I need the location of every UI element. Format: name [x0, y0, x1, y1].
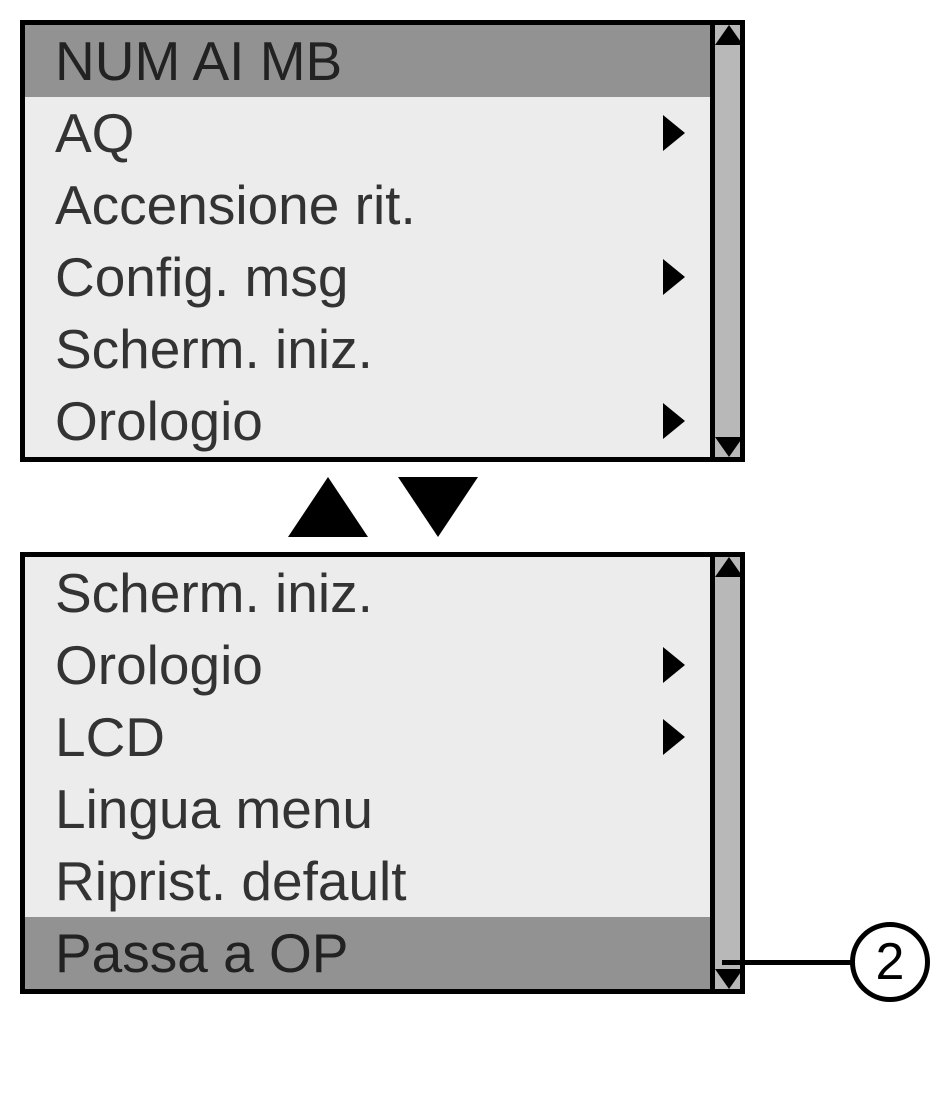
menu-item-label: Config. msg: [55, 250, 348, 305]
menu-item-aq[interactable]: AQ: [25, 97, 710, 169]
menu-item-accensione[interactable]: Accensione rit.: [25, 169, 710, 241]
nav-down-icon: [398, 477, 478, 537]
callout-line: [722, 960, 852, 965]
scroll-up-icon[interactable]: [715, 25, 743, 45]
menu-item-config-msg[interactable]: Config. msg: [25, 241, 710, 313]
chevron-right-icon: [663, 719, 685, 755]
menu-item-label: Scherm. iniz.: [55, 566, 373, 621]
nav-arrows: [20, 477, 745, 537]
callout-number: 2: [876, 932, 905, 992]
nav-up-icon: [288, 477, 368, 537]
menu-screen-1: NUM AI MB AQ Accensione rit. Config. msg…: [20, 20, 745, 462]
callout-badge: 2: [850, 922, 930, 1002]
scroll-down-icon[interactable]: [715, 437, 743, 457]
menu-item-label: Scherm. iniz.: [55, 322, 373, 377]
chevron-right-icon: [663, 259, 685, 295]
menu-list-1: NUM AI MB AQ Accensione rit. Config. msg…: [25, 25, 710, 457]
menu-screen-2: Scherm. iniz. Orologio LCD Lingua menu R…: [20, 552, 745, 994]
chevron-right-icon: [663, 647, 685, 683]
menu-item-label: NUM AI MB: [55, 34, 342, 89]
menu-item-label: Orologio: [55, 394, 263, 449]
menu-item-scherm-iniz-2[interactable]: Scherm. iniz.: [25, 557, 710, 629]
chevron-right-icon: [663, 403, 685, 439]
scrollbar[interactable]: [710, 25, 740, 457]
menu-item-scherm-iniz[interactable]: Scherm. iniz.: [25, 313, 710, 385]
menu-item-lcd[interactable]: LCD: [25, 701, 710, 773]
menu-item-orologio-2[interactable]: Orologio: [25, 629, 710, 701]
menu-item-label: Passa a OP: [55, 926, 348, 981]
menu-item-label: Lingua menu: [55, 782, 373, 837]
scrollbar[interactable]: [710, 557, 740, 989]
menu-item-num-ai-mb[interactable]: NUM AI MB: [25, 25, 710, 97]
scroll-up-icon[interactable]: [715, 557, 743, 577]
menu-item-lingua-menu[interactable]: Lingua menu: [25, 773, 710, 845]
menu-item-label: Orologio: [55, 638, 263, 693]
menu-item-label: AQ: [55, 106, 134, 161]
menu-item-orologio[interactable]: Orologio: [25, 385, 710, 457]
menu-item-label: Riprist. default: [55, 854, 407, 909]
menu-item-label: Accensione rit.: [55, 178, 416, 233]
scroll-down-icon[interactable]: [715, 969, 743, 989]
menu-item-passa-a-op[interactable]: Passa a OP: [25, 917, 710, 989]
menu-list-2: Scherm. iniz. Orologio LCD Lingua menu R…: [25, 557, 710, 989]
menu-item-riprist-default[interactable]: Riprist. default: [25, 845, 710, 917]
menu-item-label: LCD: [55, 710, 165, 765]
chevron-right-icon: [663, 115, 685, 151]
callout-wrapper: Scherm. iniz. Orologio LCD Lingua menu R…: [20, 552, 945, 994]
